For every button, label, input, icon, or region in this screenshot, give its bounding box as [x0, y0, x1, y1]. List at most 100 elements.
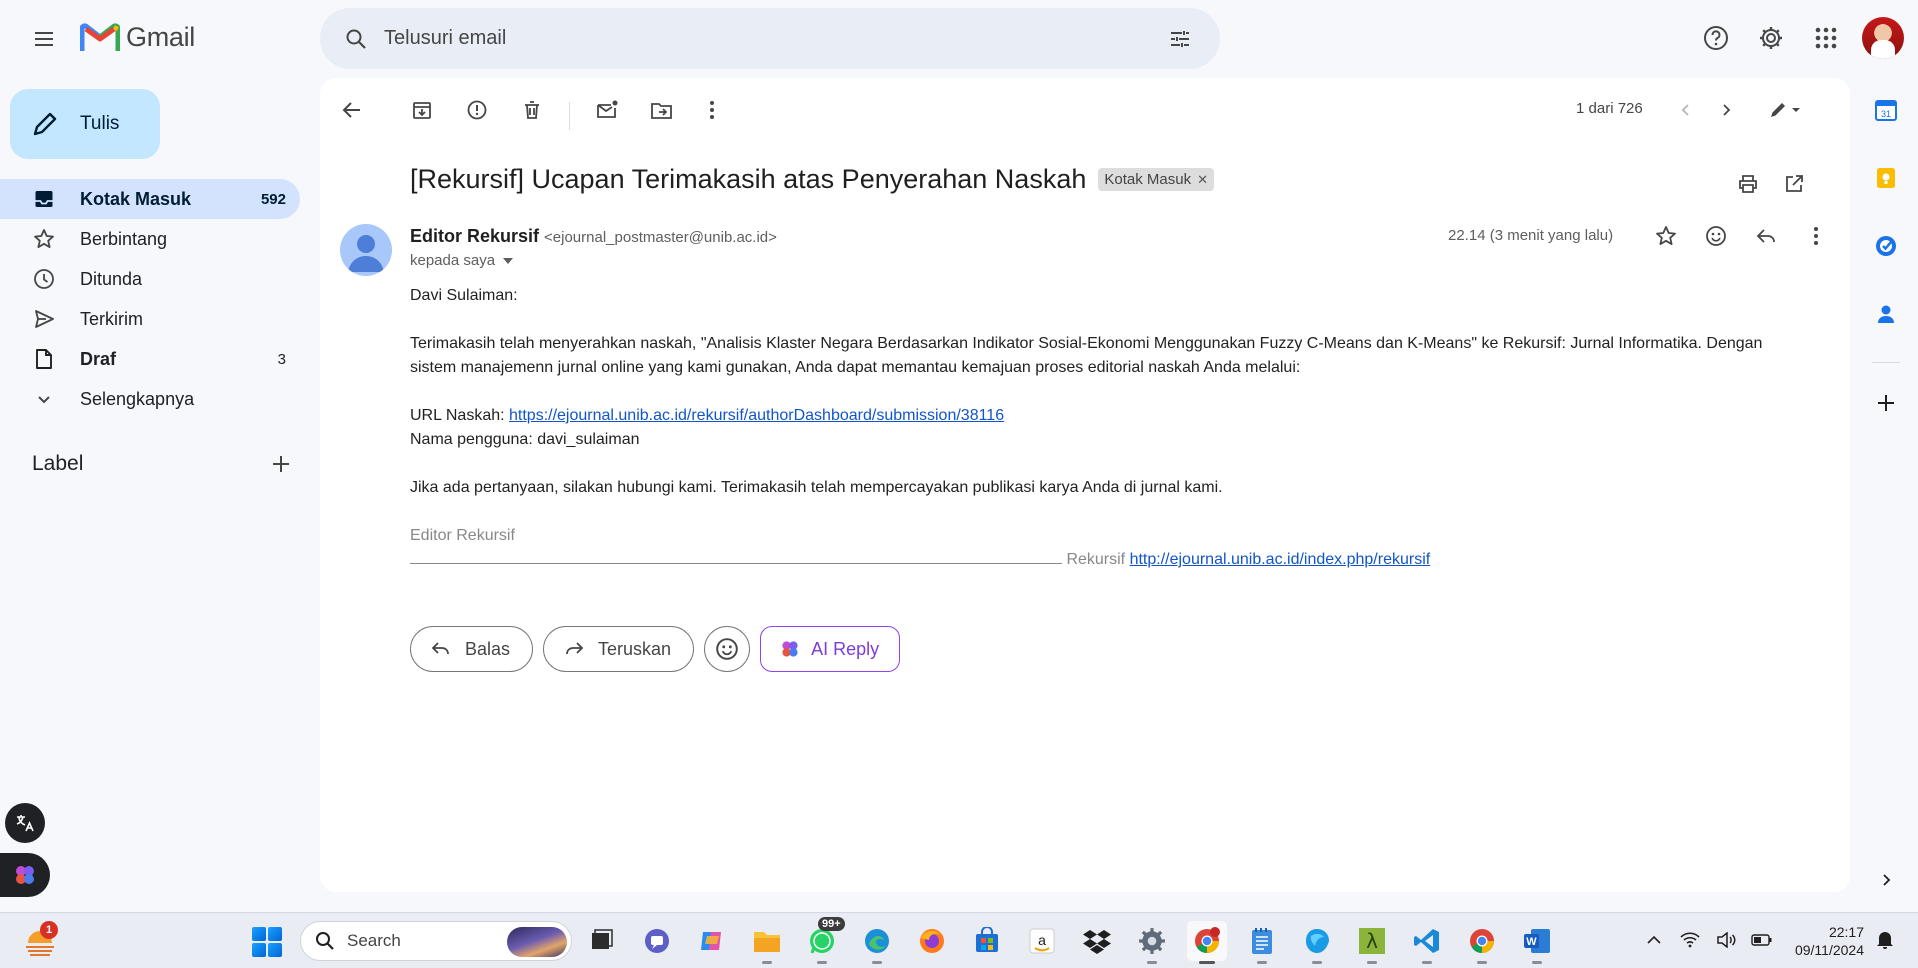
- input-tools-pencil-icon[interactable]: [1760, 90, 1812, 130]
- reply-button[interactable]: Balas: [410, 626, 534, 672]
- system-clock[interactable]: 22:17 09/11/2024: [1784, 923, 1864, 959]
- word-icon[interactable]: W: [1517, 921, 1557, 964]
- archive-icon[interactable]: [402, 90, 442, 130]
- ai-extension-icon[interactable]: [0, 853, 50, 897]
- weather-badge: 1: [40, 921, 58, 939]
- open-new-window-icon[interactable]: [1778, 168, 1810, 200]
- battery-icon[interactable]: [1748, 925, 1776, 955]
- mark-unread-icon[interactable]: [587, 90, 627, 130]
- sidebar-item-label: Berbintang: [80, 228, 168, 249]
- sidebar-item-inbox[interactable]: Kotak Masuk 592: [0, 179, 300, 219]
- get-addons-plus-icon[interactable]: [1866, 383, 1906, 423]
- remove-label-icon[interactable]: ✕: [1197, 172, 1208, 188]
- account-avatar[interactable]: [1862, 17, 1904, 59]
- compose-label: Tulis: [80, 113, 120, 134]
- dropbox-icon[interactable]: [1077, 921, 1117, 961]
- task-view-icon[interactable]: [582, 921, 622, 961]
- message-more-icon[interactable]: [1796, 216, 1836, 256]
- edge-browser-icon[interactable]: [857, 921, 897, 964]
- whatsapp-badge: 99+: [818, 917, 845, 931]
- bluestacks-icon[interactable]: [1297, 921, 1337, 964]
- ai-reply-button[interactable]: AI Reply: [760, 626, 901, 672]
- star-message-icon[interactable]: [1646, 216, 1686, 256]
- teams-chat-icon[interactable]: [637, 921, 677, 961]
- pencil-icon: [33, 112, 57, 136]
- sidebar-item-starred[interactable]: Berbintang: [0, 219, 300, 259]
- sidebar-item-snoozed[interactable]: Ditunda: [0, 259, 300, 299]
- email-body: Davi Sulaiman: Terimakasih telah menyera…: [410, 284, 1810, 572]
- more-vertical-icon[interactable]: [692, 90, 732, 130]
- settings-app-icon[interactable]: [1132, 921, 1172, 964]
- expand-side-panel-chevron-icon[interactable]: [1870, 864, 1902, 896]
- newer-chevron-icon[interactable]: [1666, 90, 1706, 130]
- whatsapp-icon[interactable]: 99+: [802, 917, 845, 964]
- add-label-icon[interactable]: [270, 453, 292, 475]
- amazon-icon[interactable]: a: [1022, 921, 1062, 961]
- forward-arrow-icon: [564, 640, 584, 658]
- sidebar-item-more[interactable]: Selengkapnya: [0, 379, 300, 419]
- sidebar-item-sent[interactable]: Terkirim: [0, 299, 300, 339]
- settings-gear-icon[interactable]: [1747, 14, 1795, 62]
- caret-down-icon[interactable]: [503, 257, 514, 265]
- reply-icon[interactable]: [1746, 216, 1786, 256]
- emoji-button[interactable]: [704, 626, 751, 672]
- pagination-text: 1 dari 726: [1576, 100, 1643, 117]
- main-menu-button[interactable]: [24, 19, 64, 59]
- journal-link[interactable]: http://ejournal.unib.ac.id/index.php/rek…: [1130, 551, 1431, 568]
- unread-count: 592: [260, 190, 286, 208]
- email-toolbar: 1 dari 726: [320, 78, 1850, 142]
- older-chevron-icon[interactable]: [1706, 90, 1746, 130]
- label-chip[interactable]: Kotak Masuk ✕: [1098, 168, 1214, 191]
- volume-icon[interactable]: [1712, 925, 1740, 955]
- forward-button[interactable]: Teruskan: [543, 626, 695, 672]
- microsoft-store-icon[interactable]: [967, 921, 1007, 961]
- report-spam-icon[interactable]: [457, 90, 497, 130]
- contacts-icon[interactable]: [1866, 294, 1906, 334]
- sidebar-item-drafts[interactable]: Draf 3: [0, 339, 300, 379]
- copilot-icon[interactable]: [692, 921, 732, 961]
- hamburger-icon: [35, 32, 53, 46]
- taskbar-search[interactable]: Search: [300, 921, 572, 961]
- keep-icon[interactable]: [1866, 158, 1906, 198]
- back-arrow-icon[interactable]: [332, 90, 372, 130]
- chrome-profile-icon[interactable]: [1462, 921, 1502, 964]
- labels-section-header: Label: [32, 452, 292, 476]
- notepad-icon[interactable]: [1242, 921, 1282, 964]
- wifi-icon[interactable]: [1676, 925, 1704, 955]
- tasks-icon[interactable]: [1866, 226, 1906, 266]
- search-bar[interactable]: [320, 8, 1220, 69]
- search-options-icon[interactable]: [1160, 19, 1200, 59]
- sender-avatar[interactable]: [340, 224, 392, 276]
- sidebar-item-label: Selengkapnya: [80, 388, 195, 409]
- notification-bell-icon[interactable]: [1876, 929, 1894, 949]
- file-explorer-icon[interactable]: [747, 921, 787, 964]
- message-timestamp: 22.14 (3 menit yang lalu): [1448, 227, 1614, 244]
- recipient-details[interactable]: kepada saya: [410, 252, 514, 269]
- apps-grid-icon[interactable]: [1802, 14, 1850, 62]
- calendar-icon[interactable]: 31: [1866, 90, 1906, 130]
- vscode-icon[interactable]: [1407, 921, 1447, 964]
- lambda-app-icon[interactable]: λ: [1352, 921, 1392, 964]
- gmail-logo[interactable]: Gmail: [80, 22, 195, 53]
- emoji-reaction-icon[interactable]: [1696, 216, 1736, 256]
- chrome-active-icon[interactable]: [1187, 921, 1227, 964]
- windows-start-icon[interactable]: [252, 927, 282, 957]
- print-icon[interactable]: [1732, 168, 1764, 200]
- submission-link[interactable]: https://ejournal.unib.ac.id/rekursif/aut…: [509, 407, 1004, 424]
- show-hidden-icons-chevron-icon[interactable]: [1640, 925, 1668, 955]
- firefox-icon[interactable]: [912, 921, 952, 961]
- delete-trash-icon[interactable]: [512, 90, 552, 130]
- compose-button[interactable]: Tulis: [10, 89, 160, 159]
- side-panel-divider: [1872, 362, 1900, 363]
- taskbar-search-label: Search: [347, 931, 401, 950]
- move-to-folder-icon[interactable]: [642, 90, 682, 130]
- search-icon[interactable]: [336, 19, 376, 59]
- username-line: Nama pengguna: davi_sulaiman: [410, 431, 640, 448]
- sender-name[interactable]: Editor Rekursif: [410, 226, 539, 247]
- windows-taskbar: 1 Search 99+ a λ W 22:17 09/11/2024: [0, 912, 1918, 968]
- reply-arrow-icon: [431, 640, 451, 658]
- translate-extension-icon[interactable]: [5, 803, 45, 843]
- draft-count: 3: [277, 350, 286, 368]
- help-icon[interactable]: [1692, 14, 1740, 62]
- search-input[interactable]: [376, 27, 1160, 50]
